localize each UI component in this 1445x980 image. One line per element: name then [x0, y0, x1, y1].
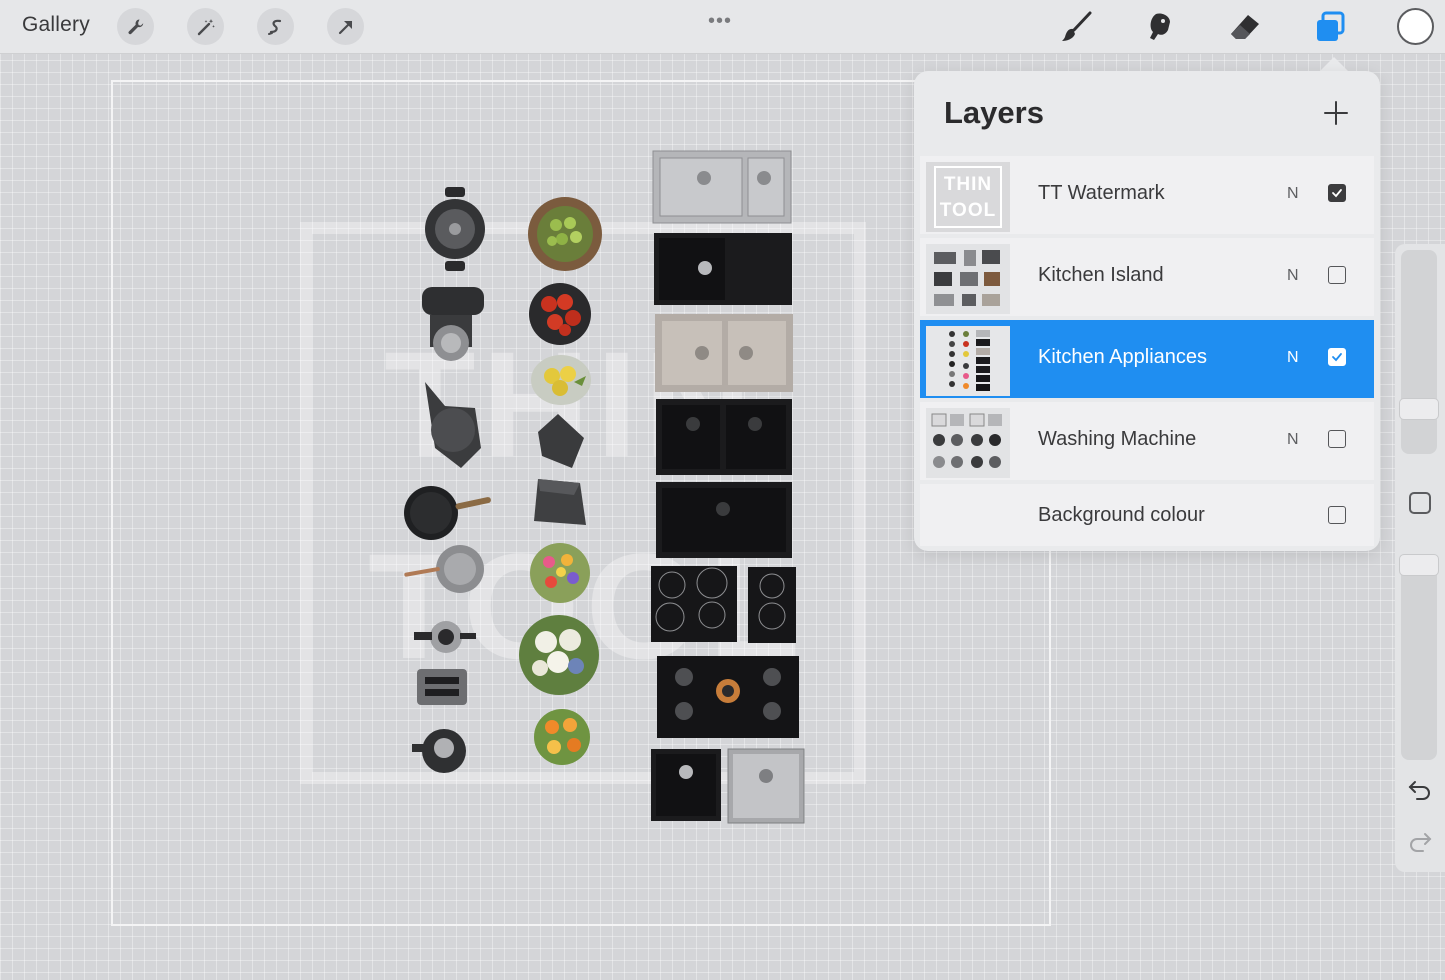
thumb-text-thin: THIN [943, 174, 993, 195]
opacity-thumb[interactable] [1399, 554, 1439, 576]
visibility-checkbox[interactable] [1328, 184, 1346, 202]
induction-hob-2-image [748, 567, 796, 643]
layer-name: Washing Machine [1038, 428, 1197, 450]
blend-mode-button[interactable]: N [1287, 185, 1299, 203]
selection-s-icon[interactable] [257, 8, 294, 45]
gas-hob-image [657, 656, 799, 738]
bowl-grapes-image [528, 197, 602, 271]
frying-pan-image [404, 486, 491, 540]
kettle-image [412, 729, 466, 773]
double-sink-black-image [656, 399, 792, 475]
small-sink-steel-image [727, 748, 805, 824]
opacity-slider[interactable] [1399, 554, 1439, 760]
more-options-icon[interactable]: ••• [708, 10, 732, 33]
layer-row-kitchen-appliances[interactable]: Kitchen Appliances N [920, 320, 1374, 398]
double-sink-steel-image [652, 150, 792, 224]
blend-mode-button[interactable]: N [1287, 267, 1299, 285]
layer-thumbnail [926, 244, 1010, 314]
transform-arrow-icon[interactable] [327, 8, 364, 45]
eraser-icon[interactable] [1226, 8, 1264, 46]
color-picker-swatch[interactable] [1397, 8, 1434, 45]
folded-cloth-image [534, 479, 586, 525]
layer-name: Kitchen Island [1038, 264, 1164, 286]
bowl-lemons-image [531, 355, 591, 405]
visibility-checkbox[interactable] [1328, 266, 1346, 284]
visibility-checkbox[interactable] [1328, 430, 1346, 448]
brush-size-opacity-sidebar [1395, 244, 1445, 872]
single-sink-black-image [656, 482, 792, 558]
layer-name: TT Watermark [1038, 182, 1165, 204]
layer-thumbnail: THIN TOOL [926, 162, 1010, 232]
layer-name: Kitchen Appliances [1038, 346, 1208, 368]
brush-size-thumb[interactable] [1399, 398, 1439, 420]
brush-icon[interactable] [1058, 8, 1096, 46]
visibility-checkbox[interactable] [1328, 348, 1346, 366]
pot-image [425, 187, 485, 271]
bowl-tomatoes-image [529, 283, 591, 345]
thumb-text-tool: TOOL [939, 200, 997, 221]
blender-image [425, 382, 481, 468]
induction-hob-4-image [651, 566, 737, 642]
top-toolbar: Gallery ••• [0, 0, 1445, 54]
double-sink-beige-image [655, 314, 793, 392]
plus-icon[interactable] [1322, 99, 1350, 127]
toaster-image [417, 669, 467, 705]
flower-bouquet-3-image [534, 709, 590, 765]
small-sink-black-image [651, 749, 721, 821]
smudge-icon[interactable] [1142, 8, 1180, 46]
layers-title: Layers [944, 95, 1044, 130]
flower-bouquet-1-image [530, 543, 590, 603]
gallery-button[interactable]: Gallery [22, 13, 90, 37]
layer-row-washing-machine[interactable]: Washing Machine N [920, 402, 1374, 480]
layer-row-background-colour[interactable]: Background colour [920, 484, 1374, 546]
blend-mode-button[interactable]: N [1287, 349, 1299, 367]
flower-bouquet-2-image [519, 615, 599, 695]
brush-size-slider[interactable] [1399, 250, 1439, 454]
saucepan-image [404, 545, 484, 593]
layer-thumbnail [926, 408, 1010, 478]
layer-row-kitchen-island[interactable]: Kitchen Island N [920, 238, 1374, 316]
square-modify-icon[interactable] [1409, 492, 1431, 514]
undo-icon[interactable] [1407, 778, 1433, 802]
layer-name: Background colour [1038, 504, 1205, 526]
redo-icon[interactable] [1407, 830, 1433, 854]
folded-towel-image [538, 414, 584, 468]
layer-thumbnail [926, 326, 1010, 396]
black-sink-drainer-image [654, 233, 792, 305]
layers-icon[interactable] [1311, 8, 1349, 46]
magic-wand-icon[interactable] [187, 8, 224, 45]
layer-row-tt-watermark[interactable]: THIN TOOL TT Watermark N [920, 156, 1374, 234]
layers-panel: Layers THIN TOOL TT Watermark N Kitchen … [914, 71, 1380, 551]
wrench-icon[interactable] [117, 8, 154, 45]
moka-pot-image [414, 621, 476, 653]
visibility-checkbox[interactable] [1328, 506, 1346, 524]
blend-mode-button[interactable]: N [1287, 431, 1299, 449]
stand-mixer-image [422, 287, 484, 361]
